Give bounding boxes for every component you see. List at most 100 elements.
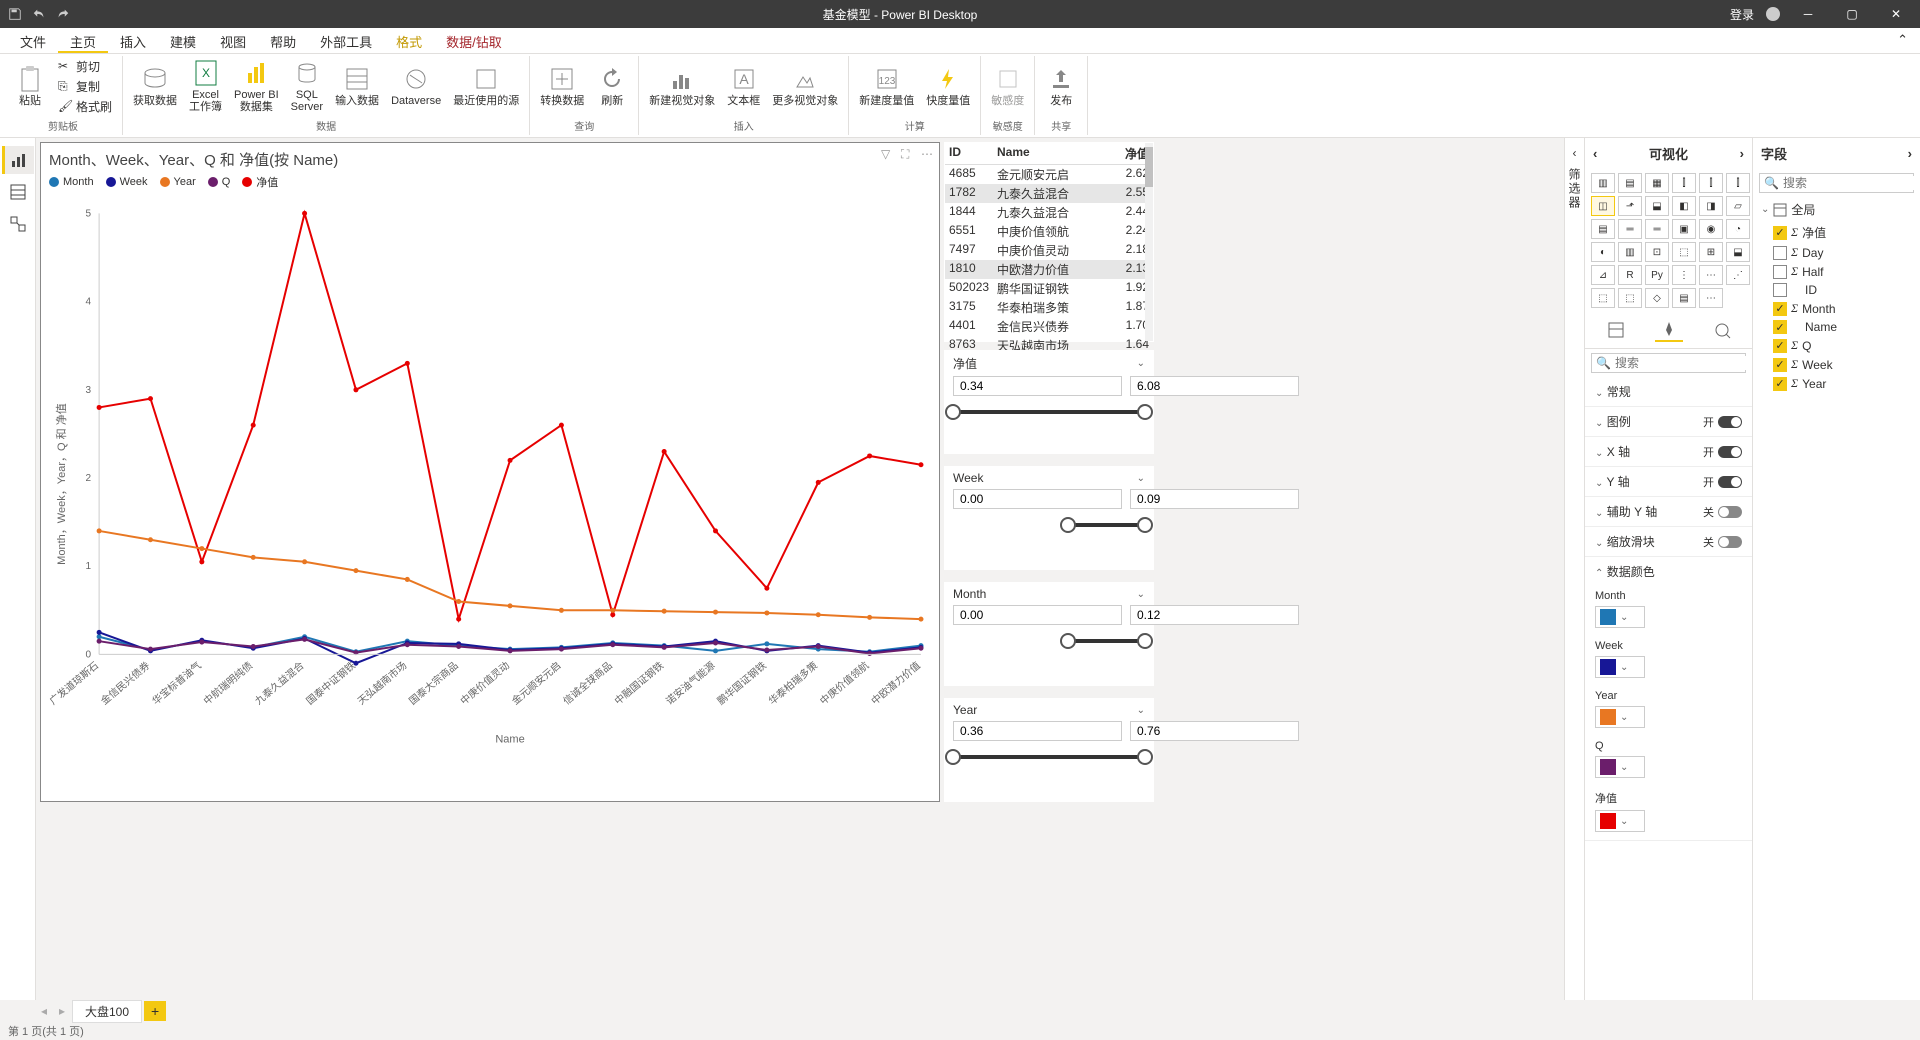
- chevron-right-icon[interactable]: ›: [1908, 146, 1912, 161]
- quick-measure-button[interactable]: 快度量值: [922, 63, 974, 109]
- slicer-min-input[interactable]: [953, 605, 1122, 625]
- slicer-visual[interactable]: Year⌄: [944, 698, 1154, 802]
- table-row[interactable]: 1810中欧潜力价值2.13: [945, 260, 1153, 279]
- publish-button[interactable]: 发布: [1041, 63, 1081, 109]
- visual-type-button[interactable]: ═: [1645, 219, 1669, 239]
- format-search[interactable]: 🔍: [1591, 353, 1746, 373]
- enter-data-button[interactable]: 输入数据: [331, 63, 383, 109]
- checkbox[interactable]: ✓: [1773, 339, 1787, 353]
- tab-help[interactable]: 帮助: [258, 28, 308, 53]
- slider-handle-min[interactable]: [945, 749, 961, 765]
- filter-icon[interactable]: ▽: [881, 147, 895, 161]
- format-painter-button[interactable]: 🖌格式刷: [54, 97, 116, 116]
- checkbox[interactable]: ✓: [1773, 377, 1787, 391]
- visual-type-button[interactable]: ⋯: [1699, 265, 1723, 285]
- recent-sources-button[interactable]: 最近使用的源: [449, 63, 523, 109]
- sensitivity-button[interactable]: 敏感度: [987, 63, 1028, 109]
- color-picker[interactable]: ⌄: [1595, 706, 1645, 728]
- visual-type-button[interactable]: ◫: [1591, 196, 1615, 216]
- sql-button[interactable]: SQL Server: [287, 57, 327, 115]
- table-row[interactable]: 4685金元顺安元启2.62: [945, 165, 1153, 184]
- slider-handle-max[interactable]: [1137, 633, 1153, 649]
- visual-type-button[interactable]: Py: [1645, 265, 1669, 285]
- visual-type-button[interactable]: ◉: [1699, 219, 1723, 239]
- color-picker[interactable]: ⌄: [1595, 756, 1645, 778]
- checkbox[interactable]: ✓: [1773, 358, 1787, 372]
- maximize-button[interactable]: ▢: [1836, 4, 1868, 24]
- pbi-dataset-button[interactable]: Power BI 数据集: [230, 57, 283, 115]
- visual-type-button[interactable]: ◔: [1726, 219, 1750, 239]
- slicer-max-input[interactable]: [1130, 721, 1299, 741]
- visual-type-button[interactable]: ▤: [1618, 173, 1642, 193]
- toggle-y2axis[interactable]: 关: [1703, 504, 1742, 520]
- get-data-button[interactable]: 获取数据: [129, 63, 181, 109]
- format-tab-icon[interactable]: [1655, 318, 1683, 342]
- user-avatar-icon[interactable]: [1766, 7, 1780, 21]
- field-item[interactable]: ID: [1753, 281, 1920, 299]
- color-picker[interactable]: ⌄: [1595, 656, 1645, 678]
- table-row[interactable]: 3175华泰柏瑞多策1.87: [945, 298, 1153, 317]
- more-visuals-button[interactable]: 更多视觉对象: [768, 63, 842, 109]
- field-item[interactable]: ✓Σ净值: [1753, 222, 1920, 243]
- section-yaxis[interactable]: ⌄ Y 轴开: [1585, 467, 1752, 496]
- visual-type-button[interactable]: ▤: [1672, 288, 1696, 308]
- color-picker[interactable]: ⌄: [1595, 606, 1645, 628]
- data-view-icon[interactable]: [2, 178, 34, 206]
- tab-external[interactable]: 外部工具: [308, 28, 384, 53]
- slicer-visual[interactable]: Week⌄: [944, 466, 1154, 570]
- checkbox[interactable]: ✓: [1773, 302, 1787, 316]
- add-page-button[interactable]: +: [144, 1001, 166, 1021]
- chevron-left-icon[interactable]: ‹: [1593, 146, 1597, 161]
- checkbox[interactable]: ✓: [1773, 320, 1787, 334]
- cut-button[interactable]: ✂剪切: [54, 57, 116, 76]
- checkbox[interactable]: [1773, 246, 1787, 260]
- visual-type-button[interactable]: ⬚: [1672, 242, 1696, 262]
- tab-insert[interactable]: 插入: [108, 28, 158, 53]
- visual-type-button[interactable]: ◐: [1591, 242, 1615, 262]
- close-button[interactable]: ✕: [1880, 4, 1912, 24]
- table-row[interactable]: 7497中庚价值灵动2.18: [945, 241, 1153, 260]
- chevron-down-icon[interactable]: ⌄: [1137, 705, 1145, 716]
- visual-type-button[interactable]: ⬓: [1645, 196, 1669, 216]
- slider-track[interactable]: [953, 633, 1145, 649]
- tab-data[interactable]: 数据/钻取: [434, 28, 514, 53]
- table-row[interactable]: 4401金信民兴债券1.70: [945, 317, 1153, 336]
- fields-search-input[interactable]: [1783, 176, 1920, 190]
- line-chart-visual[interactable]: ▽ ⛶ ⋯ Month、Week、Year、Q 和 净值(按 Name) Mon…: [40, 142, 940, 802]
- slider-track[interactable]: [953, 517, 1145, 533]
- slider-track[interactable]: [953, 404, 1145, 420]
- visual-type-button[interactable]: ⋮: [1672, 265, 1696, 285]
- visual-type-button[interactable]: ◨: [1699, 196, 1723, 216]
- page-tab-1[interactable]: 大盘100: [72, 1000, 142, 1023]
- legend-item[interactable]: Q: [208, 174, 231, 190]
- scrollbar-vertical[interactable]: [1145, 143, 1153, 341]
- section-zoom[interactable]: ⌄ 缩放滑块关: [1585, 527, 1752, 556]
- slicer-min-input[interactable]: [953, 376, 1122, 396]
- page-nav-next-icon[interactable]: ▸: [54, 1003, 70, 1019]
- slicer-min-input[interactable]: [953, 721, 1122, 741]
- visual-type-button[interactable]: ⊿: [1591, 265, 1615, 285]
- visual-type-button[interactable]: ⫿: [1699, 173, 1723, 193]
- slicer-max-input[interactable]: [1130, 489, 1299, 509]
- section-general[interactable]: ⌄ 常规: [1585, 377, 1752, 406]
- table-row[interactable]: 502023鹏华国证钢铁1.92: [945, 279, 1153, 298]
- dataverse-button[interactable]: Dataverse: [387, 63, 445, 109]
- visual-type-button[interactable]: ⫿: [1726, 173, 1750, 193]
- tab-format[interactable]: 格式: [384, 28, 434, 53]
- slicer-min-input[interactable]: [953, 489, 1122, 509]
- more-icon[interactable]: ⋯: [921, 147, 935, 161]
- checkbox[interactable]: ✓: [1773, 226, 1787, 240]
- tab-view[interactable]: 视图: [208, 28, 258, 53]
- field-item[interactable]: ✓Name: [1753, 318, 1920, 336]
- new-visual-button[interactable]: 新建视觉对象: [645, 63, 719, 109]
- visual-type-button[interactable]: ⫿: [1672, 173, 1696, 193]
- page-nav-prev-icon[interactable]: ◂: [36, 1003, 52, 1019]
- visual-type-button[interactable]: ▱: [1726, 196, 1750, 216]
- paste-button[interactable]: 粘贴: [10, 63, 50, 109]
- slider-handle-max[interactable]: [1137, 517, 1153, 533]
- slicer-visual[interactable]: Month⌄: [944, 582, 1154, 686]
- chevron-down-icon[interactable]: ⌄: [1137, 473, 1145, 484]
- legend-item[interactable]: Week: [106, 174, 148, 190]
- fields-tab-icon[interactable]: [1602, 318, 1630, 342]
- new-measure-button[interactable]: 123新建度量值: [855, 63, 918, 109]
